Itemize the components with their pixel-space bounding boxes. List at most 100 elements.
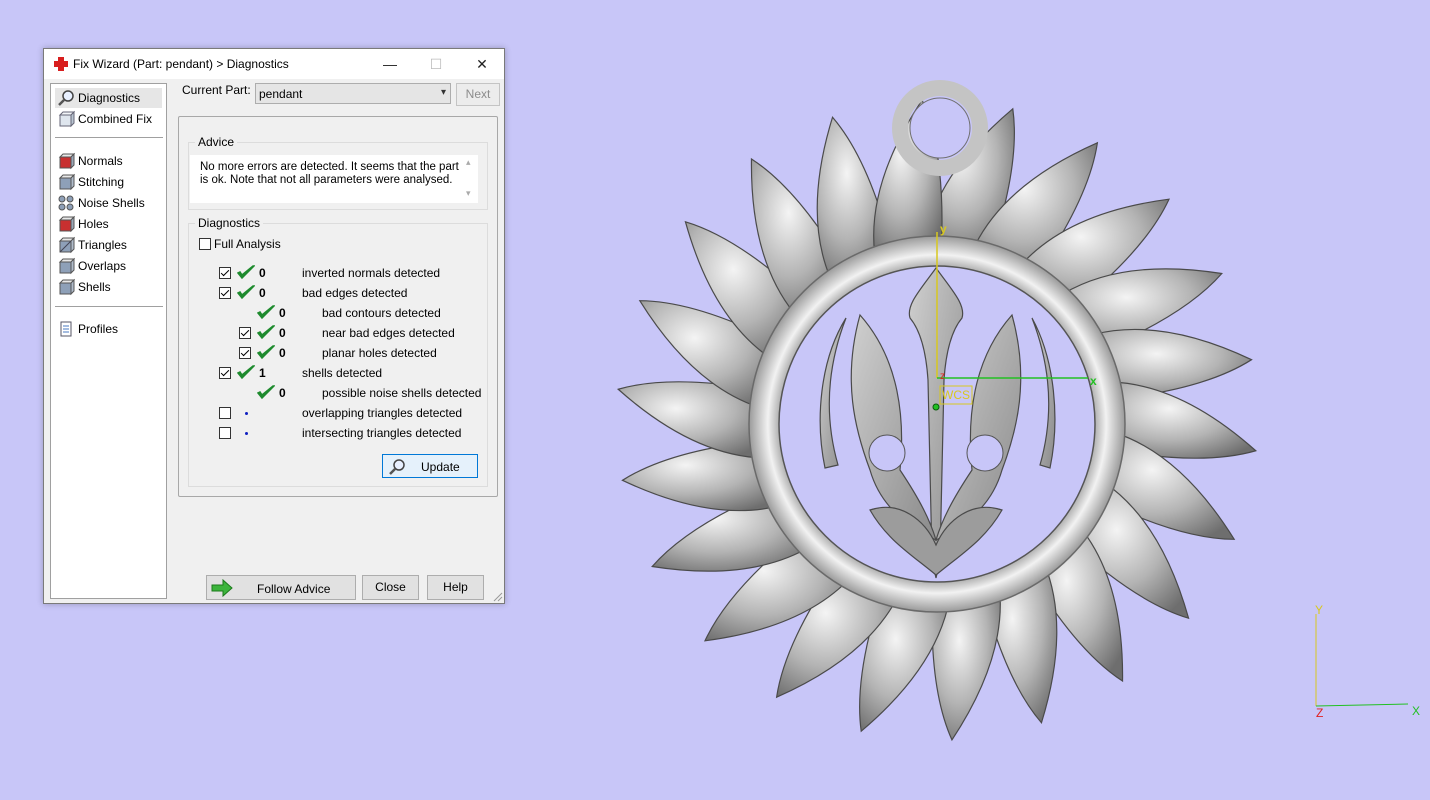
green-checkmark-icon	[257, 305, 275, 320]
red-cross-icon	[54, 57, 68, 71]
nav-item-combined-fix[interactable]: Combined Fix	[55, 109, 162, 129]
diagnostic-count: 0	[259, 266, 266, 280]
nav-item-diagnostics[interactable]: Diagnostics	[55, 88, 162, 108]
nav-label: Profiles	[78, 322, 119, 336]
diagnostic-count: 0	[279, 326, 286, 340]
next-button[interactable]: Next	[456, 83, 500, 106]
advice-text: No more errors are detected. It seems th…	[200, 161, 459, 186]
update-button[interactable]: Update	[382, 454, 478, 478]
diagnostic-checkbox[interactable]	[219, 427, 231, 439]
scroll-up-icon: ▴	[466, 157, 471, 167]
gizmo-x-label: X	[1412, 704, 1421, 718]
nav-item-stitching[interactable]: Stitching	[55, 172, 162, 192]
nav-label: Overlaps	[78, 259, 127, 273]
nav-item-profiles[interactable]: Profiles	[55, 319, 162, 339]
wcs-label: WCS	[942, 388, 970, 402]
overlaps-cube-icon	[58, 257, 75, 275]
wcs-y-axis-label: y	[940, 222, 947, 236]
profiles-document-icon	[60, 321, 72, 337]
diagnostic-count: 1	[259, 366, 266, 380]
stitching-cube-icon	[58, 173, 75, 191]
nav-label: Noise Shells	[78, 196, 145, 210]
diagnostic-checkbox[interactable]	[219, 407, 231, 419]
advice-textbox[interactable]: No more errors are detected. It seems th…	[190, 155, 478, 203]
diagnostic-checkbox[interactable]	[219, 267, 231, 279]
nav-label: Diagnostics	[78, 91, 141, 105]
current-part-value: pendant	[259, 87, 303, 101]
green-checkmark-icon	[237, 285, 255, 300]
nav-label: Stitching	[78, 175, 125, 189]
triangles-cube-icon	[58, 236, 75, 254]
diagnostic-text: bad contours detected	[322, 306, 441, 320]
close-button[interactable]: Close	[362, 575, 419, 600]
green-checkmark-icon	[257, 345, 275, 360]
current-part-select[interactable]: pendant ▾	[255, 83, 451, 104]
minimize-button[interactable]: —	[367, 49, 413, 79]
maximize-button[interactable]: ☐	[413, 49, 459, 79]
wizard-step-list: Diagnostics Combined Fix Normals Stitchi…	[50, 83, 167, 599]
nav-item-noise-shells[interactable]: Noise Shells	[55, 193, 162, 213]
update-label: Update	[421, 460, 460, 474]
nav-divider	[55, 306, 163, 307]
current-part-label: Current Part:	[182, 83, 251, 97]
pending-dot-icon	[245, 432, 248, 435]
diagnostics-panel: Advice No more errors are detected. It s…	[178, 116, 498, 497]
normals-cube-icon	[58, 152, 75, 170]
diagnostic-text: planar holes detected	[322, 346, 437, 360]
title-bar[interactable]: Fix Wizard (Part: pendant) > Diagnostics…	[44, 49, 504, 79]
nav-label: Triangles	[78, 238, 127, 252]
nav-item-triangles[interactable]: Triangles	[55, 235, 162, 255]
pending-dot-icon	[245, 412, 248, 415]
help-button[interactable]: Help	[427, 575, 484, 600]
diagnostics-title: Diagnostics	[195, 216, 264, 230]
diagnostic-checkbox[interactable]	[239, 347, 251, 359]
magnifier-icon	[389, 459, 405, 475]
green-arrow-icon	[211, 579, 233, 597]
scroll-down-icon: ▾	[466, 188, 471, 198]
nav-item-shells[interactable]: Shells	[55, 277, 162, 297]
full-analysis-checkbox[interactable]	[199, 238, 211, 250]
holes-cube-icon	[58, 215, 75, 233]
diagnostic-text: near bad edges detected	[322, 326, 455, 340]
diagnostic-text: possible noise shells detected	[322, 386, 482, 400]
green-checkmark-icon	[237, 265, 255, 280]
magnifier-icon	[58, 90, 74, 106]
nav-label: Holes	[78, 217, 109, 231]
noise-shells-icon	[58, 195, 74, 211]
diagnostic-checkbox[interactable]	[239, 327, 251, 339]
diagnostic-text: shells detected	[302, 366, 383, 380]
diagnostic-checkbox[interactable]	[219, 367, 231, 379]
nav-label: Shells	[78, 280, 111, 294]
green-checkmark-icon	[257, 385, 275, 400]
wcs-x-axis-label: x	[1090, 374, 1097, 388]
diagnostic-checkbox[interactable]	[219, 287, 231, 299]
gizmo-y-label: Y	[1315, 603, 1324, 617]
shells-cube-icon	[58, 278, 75, 296]
nav-item-holes[interactable]: Holes	[55, 214, 162, 234]
green-checkmark-icon	[257, 325, 275, 340]
window-title: Fix Wizard (Part: pendant) > Diagnostics	[73, 57, 289, 71]
diagnostic-count: 0	[259, 286, 266, 300]
advice-title: Advice	[195, 135, 238, 149]
wcs-z-axis-label: z	[940, 371, 945, 382]
follow-advice-button[interactable]: Follow Advice	[206, 575, 356, 600]
nav-item-normals[interactable]: Normals	[55, 151, 162, 171]
follow-advice-label: Follow Advice	[257, 582, 331, 596]
gizmo-z-label: Z	[1316, 706, 1324, 720]
diagnostic-count: 0	[279, 306, 286, 320]
nav-item-overlaps[interactable]: Overlaps	[55, 256, 162, 276]
diagnostic-text: bad edges detected	[302, 286, 408, 300]
nav-label: Combined Fix	[78, 112, 153, 126]
diagnostic-text: overlapping triangles detected	[302, 406, 463, 420]
combined-fix-icon	[58, 110, 75, 128]
resize-grip-icon[interactable]	[493, 592, 503, 602]
nav-label: Normals	[78, 154, 123, 168]
nav-divider	[55, 137, 163, 138]
close-window-button[interactable]: ✕	[459, 49, 505, 79]
chevron-down-icon: ▾	[440, 87, 446, 98]
diagnostic-text: inverted normals detected	[302, 266, 441, 280]
diagnostic-count: 0	[279, 346, 286, 360]
advice-scrollbar[interactable]: ▴ ▾	[462, 155, 478, 203]
diagnostic-count: 0	[279, 386, 286, 400]
green-checkmark-icon	[237, 365, 255, 380]
